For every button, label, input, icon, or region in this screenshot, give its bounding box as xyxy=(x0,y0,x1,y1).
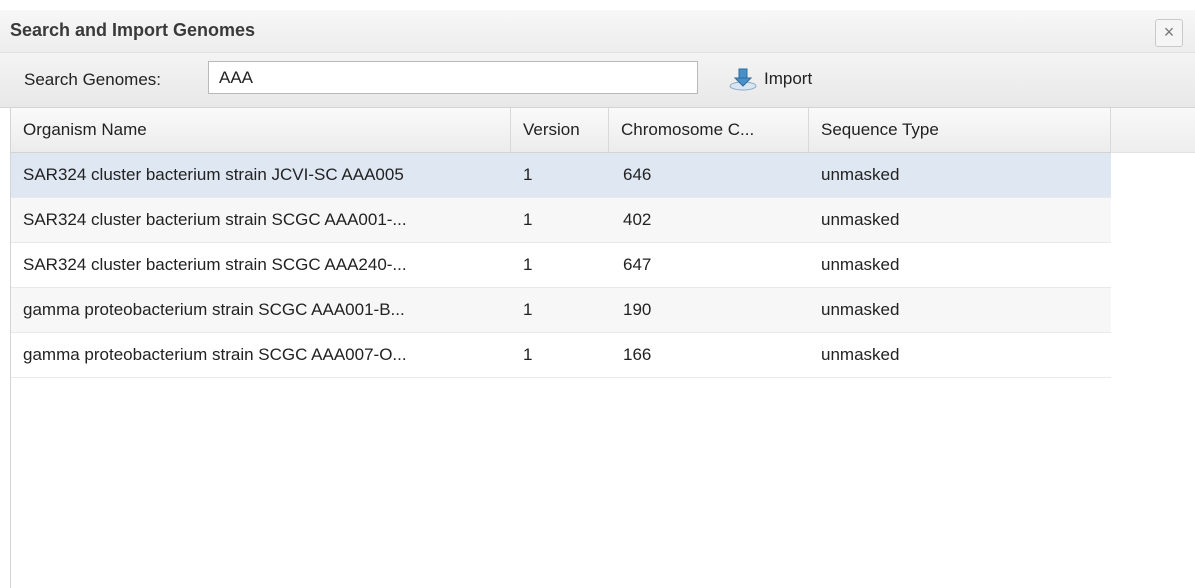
search-import-genomes-dialog: Search and Import Genomes × Search Genom… xyxy=(0,0,1195,588)
search-genomes-label: Search Genomes: xyxy=(24,70,162,89)
sequence-type-cell: unmasked xyxy=(821,255,900,274)
table-row[interactable]: gamma proteobacterium strain SCGC AAA007… xyxy=(11,333,1111,378)
table-row[interactable]: SAR324 cluster bacterium strain SCGC AAA… xyxy=(11,243,1111,288)
organism-name-cell: SAR324 cluster bacterium strain JCVI-SC … xyxy=(23,165,404,184)
search-toolbar: Search Genomes: Import xyxy=(0,53,1195,108)
organism-name-cell: SAR324 cluster bacterium strain SCGC AAA… xyxy=(23,210,407,229)
table-row[interactable]: SAR324 cluster bacterium strain SCGC AAA… xyxy=(11,198,1111,243)
import-icon xyxy=(729,68,757,91)
sequence-type-cell: unmasked xyxy=(821,210,900,229)
version-cell: 1 xyxy=(523,210,533,229)
table-row[interactable]: gamma proteobacterium strain SCGC AAA001… xyxy=(11,288,1111,333)
import-label: Import xyxy=(764,69,813,88)
version-cell: 1 xyxy=(523,300,533,319)
column-header-organism-name[interactable]: Organism Name xyxy=(11,108,511,152)
chromosome-count-cell: 646 xyxy=(623,165,652,184)
chromosome-count-cell: 190 xyxy=(623,300,652,319)
grid-header-filler xyxy=(1111,108,1195,153)
version-cell: 1 xyxy=(523,345,533,364)
dialog-title: Search and Import Genomes xyxy=(10,20,256,40)
grid-header: Organism Name Version Chromosome C... Se… xyxy=(11,108,1111,153)
sequence-type-cell: unmasked xyxy=(821,165,900,184)
chromosome-count-cell: 166 xyxy=(623,345,652,364)
sequence-type-cell: unmasked xyxy=(821,300,900,319)
close-button[interactable]: × xyxy=(1155,19,1183,47)
sequence-type-cell: unmasked xyxy=(821,345,900,364)
column-header-sequence-type[interactable]: Sequence Type xyxy=(809,108,1111,152)
table-row[interactable]: SAR324 cluster bacterium strain JCVI-SC … xyxy=(11,153,1111,198)
import-button[interactable]: Import xyxy=(728,63,812,95)
search-genomes-input[interactable] xyxy=(208,61,698,94)
close-icon: × xyxy=(1163,22,1175,42)
dialog-titlebar: Search and Import Genomes × xyxy=(0,10,1195,53)
genomes-grid: Organism Name Version Chromosome C... Se… xyxy=(10,108,1195,588)
version-cell: 1 xyxy=(523,165,533,184)
version-cell: 1 xyxy=(523,255,533,274)
organism-name-cell: gamma proteobacterium strain SCGC AAA007… xyxy=(23,345,407,364)
column-header-version[interactable]: Version xyxy=(511,108,609,152)
chromosome-count-cell: 647 xyxy=(623,255,652,274)
chromosome-count-cell: 402 xyxy=(623,210,652,229)
organism-name-cell: SAR324 cluster bacterium strain SCGC AAA… xyxy=(23,255,407,274)
column-header-chromosome-count[interactable]: Chromosome C... xyxy=(609,108,809,152)
organism-name-cell: gamma proteobacterium strain SCGC AAA001… xyxy=(23,300,405,319)
